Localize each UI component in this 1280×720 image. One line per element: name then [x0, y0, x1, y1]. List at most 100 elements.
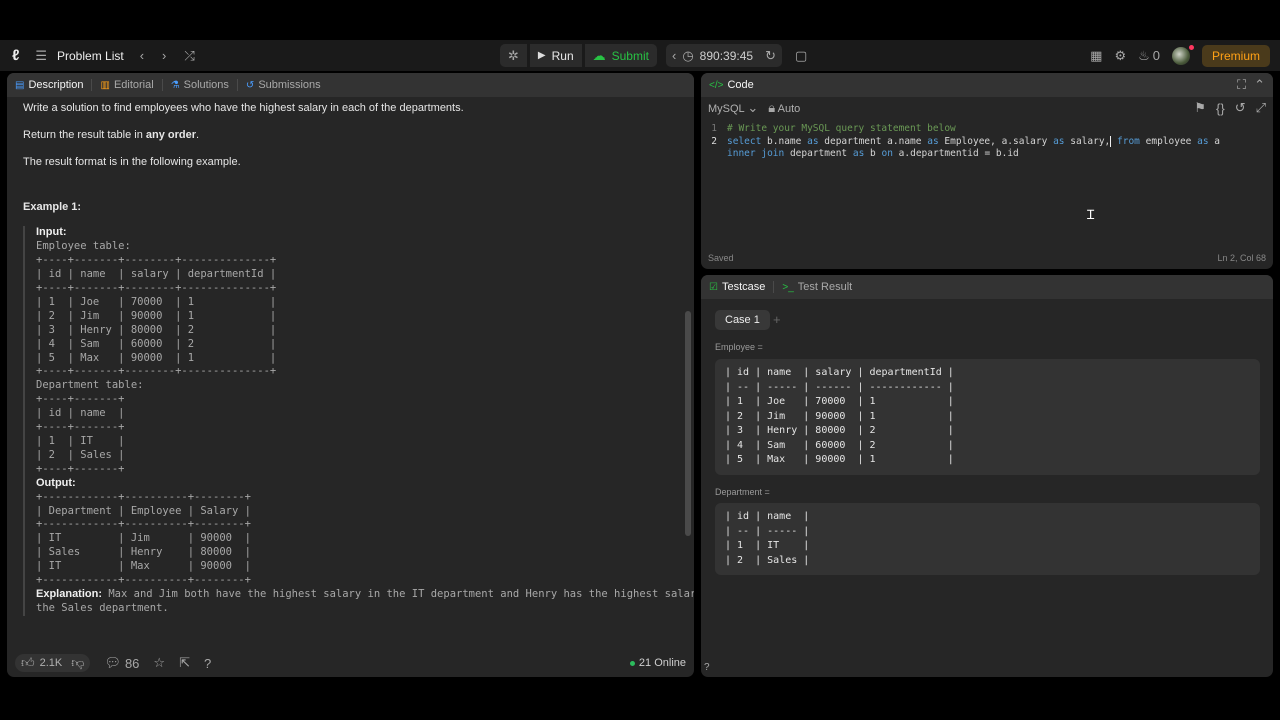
auto-mode-label: Auto [777, 103, 801, 115]
comment-icon[interactable]: 💬︎ 86 [104, 655, 139, 671]
input-label: Input: [36, 226, 67, 239]
problem-list-icon[interactable]: ☰ [35, 48, 47, 64]
tab-submissions[interactable]: ↺ Submissions [246, 79, 321, 91]
chevron-left-icon[interactable]: ‹ [672, 48, 676, 63]
tab-editorial[interactable]: ▥ Editorial [100, 79, 153, 91]
tab-code[interactable]: </> Code [709, 79, 754, 91]
code-editor[interactable]: 1 # Write your MySQL query statement belo… [701, 123, 1273, 161]
code-title: Code [727, 79, 754, 91]
department-input[interactable]: | id | name | | -- | ----- | | 1 | IT | … [715, 503, 1260, 575]
settings-gear-icon[interactable]: ⚙ [1114, 48, 1126, 64]
cloud-upload-icon: ☁ [592, 47, 606, 63]
tab-submissions-label: Submissions [258, 79, 321, 91]
order-note-bold: any order [145, 128, 197, 141]
problem-description: Write a solution to find employees who h… [23, 101, 694, 616]
example-title: Example 1: [23, 200, 82, 213]
thumbs-down-icon[interactable]: 👎︎ [71, 655, 84, 671]
description-footer: 👍︎ 2.1K 👎︎ 💬︎ 86 ☆ ⇱ ? 21 Online [7, 649, 694, 677]
line-number: 2 [711, 135, 717, 147]
line-number: 1 [711, 123, 717, 134]
submit-button[interactable]: ☁ Submit [584, 44, 657, 67]
online-status: 21 Online [629, 657, 686, 669]
tab-solutions-label: Solutions [183, 79, 229, 91]
description-panel: ▤ Description ▥ Editorial ⚗ Solutions ↺ Subm… [7, 73, 694, 677]
format-braces-icon[interactable]: {} [1216, 101, 1225, 116]
streak-count: 0 [1152, 48, 1160, 63]
avatar[interactable] [1171, 44, 1194, 65]
bug-icon: ✲ [508, 47, 519, 63]
format-note: The result format is in the following ex… [23, 155, 241, 168]
run-button[interactable]: ▶ Run [529, 44, 582, 67]
prev-problem-icon[interactable]: ‹ [140, 48, 144, 63]
online-dot [629, 660, 635, 666]
tab-test-result[interactable]: >_ Test Result [782, 281, 852, 293]
auto-mode[interactable]: 🔒︎ Auto [768, 100, 800, 116]
help-circle-icon[interactable]: ? [704, 662, 710, 673]
bookmark-icon[interactable]: ⚑ [1194, 100, 1206, 116]
premium-button[interactable]: Premium [1201, 44, 1270, 67]
employee-input[interactable]: | id | name | salary | departmentId | | … [715, 359, 1260, 475]
star-icon[interactable]: ☆ [153, 655, 165, 671]
terminal-icon: >_ [782, 281, 794, 293]
flask-icon: ⚗ [170, 79, 180, 91]
lock-icon: 🔒︎ [768, 100, 776, 115]
layout-icon[interactable]: ▦ [1090, 48, 1102, 64]
department-label: Department = [715, 487, 770, 497]
like-count: 2.1K [39, 657, 63, 669]
output-label: Output: [36, 476, 76, 489]
online-count: 21 Online [638, 657, 686, 669]
code-brackets-icon: </> [709, 79, 724, 91]
tab-editorial-label: Editorial [113, 79, 154, 91]
department-ascii-table: Department table: +----+-------+ | id | … [36, 379, 144, 475]
code-line-1: 1 # Write your MySQL query statement belo… [701, 123, 1273, 136]
add-case-icon[interactable]: + [773, 312, 781, 327]
scrollbar-thumb[interactable] [685, 311, 691, 536]
tab-testcase[interactable]: ☑ Testcase [709, 281, 765, 293]
output-ascii-table: +------------+----------+--------+ | Dep… [36, 490, 251, 587]
maximize-icon[interactable]: ⛶ [1237, 77, 1246, 93]
share-icon[interactable]: ⇱ [179, 655, 190, 671]
testcase-tabs: ☑ Testcase >_ Test Result [701, 275, 1273, 299]
description-scrollbar[interactable] [685, 101, 691, 651]
tab-solutions[interactable]: ⚗ Solutions [171, 79, 229, 91]
submit-label: Submit [611, 48, 649, 63]
description-tabs: ▤ Description ▥ Editorial ⚗ Solutions ↺ Subm… [7, 73, 694, 97]
reset-code-icon[interactable]: ↺ [1235, 100, 1246, 116]
text-cursor-icon: Ɪ [1087, 207, 1095, 222]
timer[interactable]: ‹ ◷ 890:39:45 ↻ [665, 44, 782, 67]
code-comment: # Write your MySQL query statement below [727, 123, 956, 134]
editor-toolbar: MySQL ⌄ 🔒︎ Auto ⚑ {} ↺ ⤢ [701, 97, 1273, 119]
order-note-text: Return the result table in [23, 128, 146, 141]
problem-list-link[interactable]: Problem List [57, 49, 124, 63]
expand-icon[interactable]: ⤢ [1256, 100, 1266, 116]
tab-description-label: Description [28, 79, 84, 91]
language-select[interactable]: MySQL ⌄ [708, 100, 758, 116]
save-status: Saved [708, 253, 734, 263]
tab-description[interactable]: ▤ Description [15, 79, 83, 91]
order-note: Return the result table in any order. [23, 128, 683, 143]
problem-statement: Write a solution to find employees who h… [23, 102, 464, 114]
code-footer: Saved Ln 2, Col 68 [701, 253, 1273, 263]
streak-fire-icon[interactable]: ♨ 0 [1138, 48, 1160, 64]
play-icon: ▶ [537, 50, 546, 61]
thumbs-up-icon[interactable]: 👍︎ [21, 655, 35, 671]
explanation-label: Explanation: [36, 587, 103, 600]
comment-count: 86 [124, 655, 140, 671]
checkbox-icon: ☑ [709, 281, 718, 293]
shuffle-icon[interactable]: ⤮ [184, 48, 194, 64]
tab-testcase-label: Testcase [721, 281, 766, 293]
language-label: MySQL [708, 103, 745, 115]
top-navbar: ℓ ☰ Problem List ‹ › ⤮ ✲ ▶ Run ☁ Submit ‹ … [0, 40, 1280, 71]
reset-timer-icon[interactable]: ↻ [765, 48, 776, 64]
testcase-panel: ☑ Testcase >_ Test Result Case 1 + Employe… [701, 275, 1273, 677]
notes-icon[interactable]: ▢ [795, 48, 807, 64]
help-icon[interactable]: ? [204, 656, 211, 671]
leetcode-logo-icon[interactable]: ℓ [12, 47, 19, 64]
case-1-tab[interactable]: Case 1 [715, 310, 770, 330]
tab-test-result-label: Test Result [797, 281, 853, 293]
stopwatch-icon: ◷ [682, 47, 694, 63]
code-panel: </> Code ⛶ ⌃ MySQL ⌄ 🔒︎ Auto ⚑ {} ↺ ⤢ 1 # … [701, 73, 1273, 269]
debug-button[interactable]: ✲ [500, 44, 527, 67]
collapse-icon[interactable]: ⌃ [1254, 77, 1265, 93]
next-problem-icon[interactable]: › [162, 48, 166, 63]
